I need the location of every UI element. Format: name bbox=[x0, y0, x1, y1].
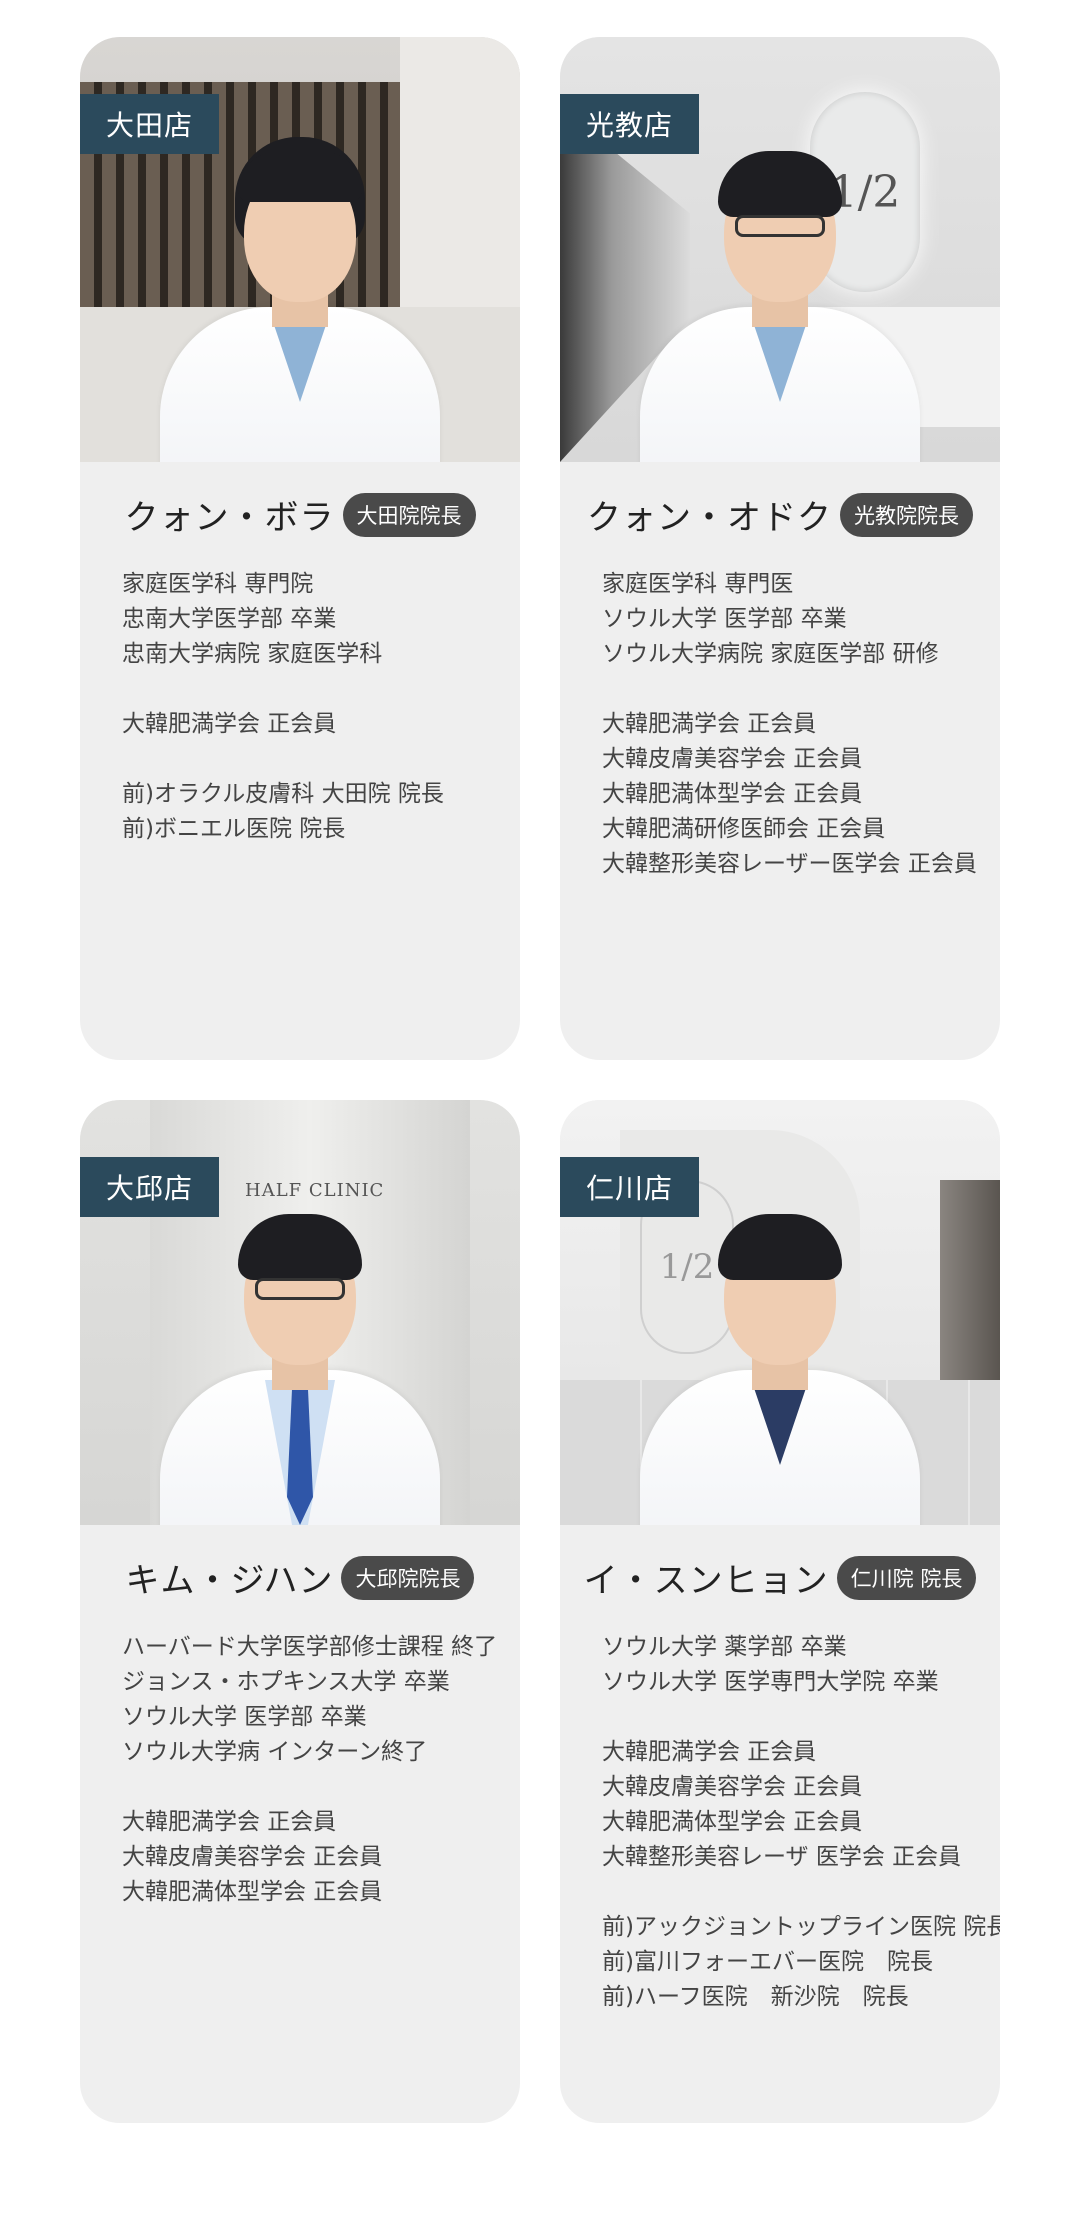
credential-line: 大韓整形美容レーザ 医学会 正会員 bbox=[602, 1844, 962, 1870]
credential-line: ハーバード大学医学部修士課程 終了 bbox=[122, 1634, 498, 1660]
credential-line: 前)富川フォーエバー医院 院長 bbox=[602, 1949, 933, 1975]
doctor-portrait bbox=[620, 147, 940, 462]
doctor-photo: 大田店 bbox=[80, 37, 520, 462]
credential-line: ソウル大学病 インターン終了 bbox=[122, 1739, 428, 1765]
credential-line: 大韓肥満体型学会 正会員 bbox=[602, 781, 863, 807]
credential-line: 大韓皮膚美容学会 正会員 bbox=[122, 1844, 383, 1870]
doctor-photo: 1/2 仁川店 bbox=[560, 1100, 1000, 1525]
doctor-grid: 大田店 クォン・ボラ 大田院院長 家庭医学科 専門院 忠南大学医学部 卒業 忠南… bbox=[0, 0, 1080, 2221]
credential-line: 大韓肥満学会 正会員 bbox=[602, 1739, 817, 1765]
credential-line: ソウル大学 医学部 卒業 bbox=[602, 606, 847, 632]
credential-line: 忠南大学医学部 卒業 bbox=[122, 606, 337, 632]
credential-line: 大韓肥満学会 正会員 bbox=[122, 711, 337, 737]
role-badge: 大邱院院長 bbox=[341, 1555, 475, 1600]
doctor-name: キム・ジハン bbox=[125, 1561, 334, 1601]
doctor-portrait bbox=[140, 137, 460, 462]
credential-line: ソウル大学 医学部 卒業 bbox=[122, 1704, 367, 1730]
doctor-name: クォン・オドク bbox=[587, 498, 832, 538]
credential-line: 大韓皮膚美容学会 正会員 bbox=[602, 1774, 863, 1800]
credential-line: 大韓肥満体型学会 正会員 bbox=[602, 1809, 863, 1835]
doctor-photo: 1/2 光教店 bbox=[560, 37, 1000, 462]
role-badge: 仁川院 院長 bbox=[836, 1555, 977, 1600]
credential-line: 家庭医学科 専門医 bbox=[602, 571, 794, 597]
credentials-list: ハーバード大学医学部修士課程 終了 ジョンス・ホプキンス大学 卒業 ソウル大学 … bbox=[122, 1630, 520, 1910]
credential-line: 大韓肥満体型学会 正会員 bbox=[122, 1879, 383, 1905]
doctor-portrait bbox=[140, 1210, 460, 1525]
doctor-name: イ・スンヒョン bbox=[583, 1561, 829, 1601]
doctor-name: クォン・ボラ bbox=[124, 498, 335, 538]
branch-badge: 大田店 bbox=[80, 94, 220, 154]
credential-line: 前)アックジョントップライン医院 院長 bbox=[602, 1914, 1000, 1940]
credential-line: 家庭医学科 専門院 bbox=[122, 571, 314, 597]
doctor-card-gwanggyo: 1/2 光教店 クォン・オドク 光教院院長 家庭医学科 専門医 ソウル大学 医学… bbox=[560, 37, 1000, 1060]
role-badge: 光教院院長 bbox=[840, 492, 973, 537]
clinic-logo: HALF CLINIC bbox=[245, 1180, 385, 1201]
credential-line: 忠南大学病院 家庭医学科 bbox=[122, 641, 383, 667]
credentials-list: ソウル大学 薬学部 卒業 ソウル大学 医学専門大学院 卒業 大韓肥満学会 正会員… bbox=[602, 1630, 1000, 2015]
credential-line: 大韓肥満学会 正会員 bbox=[602, 711, 817, 737]
credentials-list: 家庭医学科 専門医 ソウル大学 医学部 卒業 ソウル大学病院 家庭医学部 研修 … bbox=[602, 567, 1000, 882]
doctor-portrait bbox=[620, 1210, 940, 1525]
doctor-card-daejeon: 大田店 クォン・ボラ 大田院院長 家庭医学科 専門院 忠南大学医学部 卒業 忠南… bbox=[80, 37, 520, 1060]
credential-line: 大韓皮膚美容学会 正会員 bbox=[602, 746, 863, 772]
branch-badge: 仁川店 bbox=[560, 1157, 700, 1217]
credential-line: 前)ボニエル医院 院長 bbox=[122, 816, 346, 842]
doctor-photo: HALF CLINIC 大邱店 bbox=[80, 1100, 520, 1525]
credential-line: ジョンス・ホプキンス大学 卒業 bbox=[122, 1669, 450, 1695]
doctor-card-daegu: HALF CLINIC 大邱店 キム・ジハン 大邱院院長 ハーバード大学医学部修… bbox=[80, 1100, 520, 2123]
branch-badge: 光教店 bbox=[560, 94, 700, 154]
credential-line: ソウル大学病院 家庭医学部 研修 bbox=[602, 641, 939, 667]
credential-line: ソウル大学 薬学部 卒業 bbox=[602, 1634, 847, 1660]
credential-line: 大韓整形美容レーザー医学会 正会員 bbox=[602, 851, 977, 877]
credential-line: 大韓肥満研修医師会 正会員 bbox=[602, 816, 886, 842]
credential-line: ソウル大学 医学専門大学院 卒業 bbox=[602, 1669, 939, 1695]
branch-badge: 大邱店 bbox=[80, 1157, 220, 1217]
role-badge: 大田院院長 bbox=[342, 492, 476, 537]
credential-line: 前)オラクル皮膚科 大田院 院長 bbox=[122, 781, 444, 807]
credential-line: 前)ハーフ医院 新沙院 院長 bbox=[602, 1984, 909, 2010]
doctor-card-incheon: 1/2 仁川店 イ・スンヒョン 仁川院 院長 ソウル大学 薬学部 卒業 ソウル大… bbox=[560, 1100, 1000, 2123]
credentials-list: 家庭医学科 専門院 忠南大学医学部 卒業 忠南大学病院 家庭医学科 大韓肥満学会… bbox=[122, 567, 520, 847]
credential-line: 大韓肥満学会 正会員 bbox=[122, 1809, 337, 1835]
